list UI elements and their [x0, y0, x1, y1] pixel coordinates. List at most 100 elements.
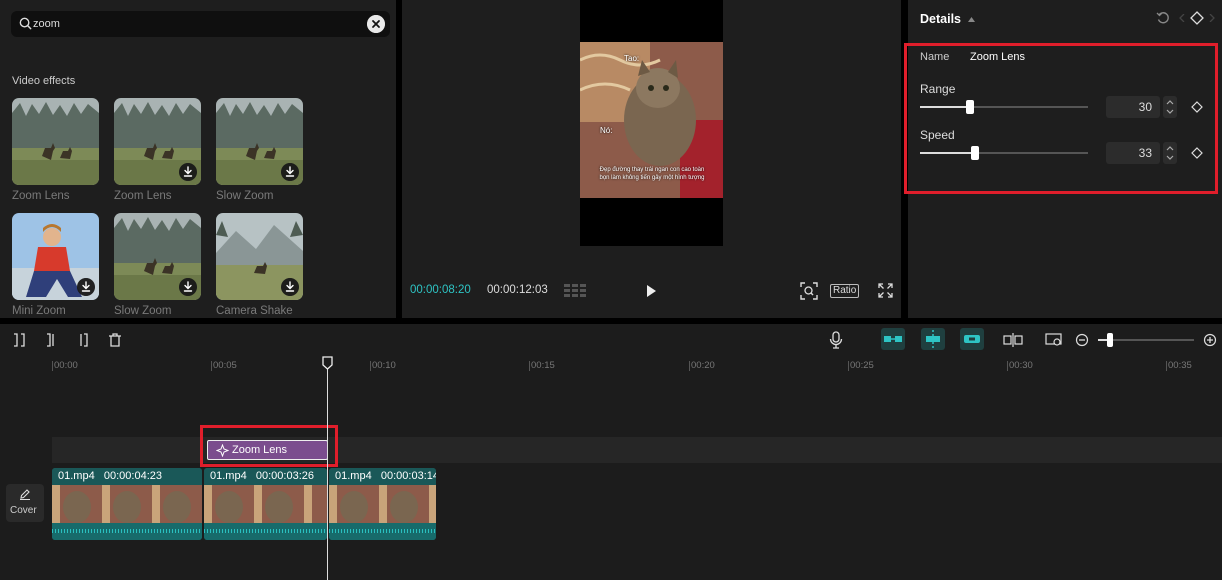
effect-thumbnail[interactable] — [114, 98, 201, 185]
zoom-slider[interactable] — [1098, 333, 1194, 347]
clear-search-icon[interactable] — [367, 15, 385, 33]
video-caption-top: Tao: — [624, 54, 640, 63]
clip-duration: 00:00:04:23 — [103, 470, 162, 482]
clip-filmstrip — [329, 485, 436, 523]
preview-panel: Tao: Nó: Đẹp đường thay trái ngan con ca… — [402, 0, 901, 318]
ruler-tick — [1007, 361, 1008, 371]
chevron-left-icon[interactable] — [1178, 14, 1186, 22]
effect-thumbnail[interactable] — [12, 213, 99, 300]
effect-item[interactable]: Mini Zoom — [12, 213, 99, 317]
effect-item[interactable]: Zoom Lens — [114, 98, 201, 202]
range-slider-thumb[interactable] — [966, 100, 975, 114]
timeline-highlight-box — [200, 425, 338, 467]
effect-item[interactable]: Slow Zoom — [114, 213, 201, 317]
clip-name: 01.mp4 — [210, 470, 247, 482]
cover-button[interactable]: Cover — [6, 484, 44, 522]
effect-item[interactable]: Zoom Lens — [12, 98, 99, 202]
snap-icon — [926, 330, 940, 348]
link-clips-icon — [884, 336, 902, 342]
range-keyframe-icon[interactable] — [1191, 101, 1203, 113]
details-panel: Details Name Zoom Lens Range 30 Speed 33 — [904, 0, 1222, 318]
search-box[interactable] — [11, 11, 390, 37]
time-ruler[interactable]: 00:00 00:05 00:10 00:15 00:20 00:25 00:3… — [0, 356, 1222, 374]
keyframe-icon[interactable] — [1190, 11, 1204, 25]
grid-icon[interactable] — [564, 283, 586, 299]
current-time: 00:00:08:20 — [410, 284, 471, 296]
effect-item[interactable]: Slow Zoom — [216, 98, 303, 202]
name-label: Name — [920, 51, 950, 63]
video-preview[interactable]: Tao: Nó: Đẹp đường thay trái ngan con ca… — [579, 0, 723, 246]
ruler-tick-label: 00:00 — [54, 360, 78, 371]
clip-filmstrip — [204, 485, 327, 523]
fit-view-icon[interactable] — [800, 282, 818, 300]
linkage-toggle[interactable] — [960, 328, 984, 350]
effect-label: Zoom Lens — [12, 190, 70, 202]
chain-icon — [964, 335, 980, 343]
preview-axis-icon[interactable] — [1045, 333, 1063, 347]
fullscreen-icon[interactable] — [878, 283, 893, 298]
playhead-handle-icon[interactable] — [322, 356, 333, 370]
effect-thumbnail[interactable] — [216, 213, 303, 300]
video-clip[interactable]: 01.mp4 00:00:03:14 — [329, 468, 436, 540]
download-icon[interactable] — [77, 278, 95, 296]
speed-stepper-icon[interactable] — [1163, 142, 1177, 164]
play-icon[interactable] — [644, 284, 658, 298]
snap-toggle[interactable] — [921, 328, 945, 350]
clip-header: 01.mp4 00:00:03:26 — [204, 468, 327, 485]
speed-keyframe-icon[interactable] — [1191, 147, 1203, 159]
microphone-icon[interactable] — [829, 331, 843, 349]
clip-filmstrip — [52, 485, 202, 523]
reset-icon[interactable] — [1156, 11, 1170, 25]
download-icon[interactable] — [179, 278, 197, 296]
deer-forest-thumbnail — [12, 98, 99, 185]
clip-name: 01.mp4 — [335, 470, 372, 482]
zoom-in-icon[interactable] — [1203, 333, 1217, 347]
speed-slider-thumb[interactable] — [971, 146, 980, 160]
ruler-tick — [529, 361, 530, 371]
zoom-slider-thumb[interactable] — [1107, 333, 1113, 347]
clip-duration: 00:00:03:14 — [380, 470, 436, 482]
range-slider[interactable] — [920, 100, 1088, 114]
playhead-line[interactable] — [327, 360, 328, 580]
download-icon[interactable] — [281, 163, 299, 181]
ruler-tick-label: 00:25 — [850, 360, 874, 371]
split-clip-icon[interactable] — [1003, 333, 1023, 347]
ruler-tick — [52, 361, 53, 371]
trim-left-icon[interactable] — [44, 333, 58, 347]
video-clip[interactable]: 01.mp4 00:00:04:23 — [52, 468, 202, 540]
effect-thumbnail[interactable] — [216, 98, 303, 185]
waveform-line — [52, 529, 202, 533]
section-title-video-effects: Video effects — [12, 75, 76, 87]
effect-label: Slow Zoom — [114, 305, 172, 317]
effect-thumbnail[interactable] — [114, 213, 201, 300]
timeline-panel: 00:00 00:05 00:10 00:15 00:20 00:25 00:3… — [0, 324, 1222, 580]
pencil-icon — [20, 489, 30, 500]
ruler-tick-label: 00:05 — [213, 360, 237, 371]
total-time: 00:00:12:03 — [487, 284, 548, 296]
chevron-right-icon[interactable] — [1208, 14, 1216, 22]
video-caption-mid: Nó: — [600, 126, 613, 135]
effects-panel: Video effects Zoom Lens — [0, 0, 396, 318]
effect-item[interactable]: Camera Shake — [216, 213, 303, 317]
ruler-tick — [1166, 361, 1167, 371]
ruler-tick — [370, 361, 371, 371]
clip-duration: 00:00:03:26 — [255, 470, 314, 482]
delete-icon[interactable] — [108, 333, 122, 347]
cover-label: Cover — [10, 505, 37, 516]
download-icon[interactable] — [281, 278, 299, 296]
speed-slider[interactable] — [920, 146, 1088, 160]
trim-right-icon[interactable] — [76, 333, 90, 347]
details-title: Details — [920, 12, 961, 26]
zoom-out-icon[interactable] — [1075, 333, 1089, 347]
speed-value-input[interactable]: 33 — [1106, 142, 1160, 164]
split-icon[interactable] — [12, 333, 26, 347]
range-value-input[interactable]: 30 — [1106, 96, 1160, 118]
caret-up-icon[interactable] — [968, 17, 975, 22]
ratio-button[interactable]: Ratio — [830, 284, 860, 298]
magnet-toggle[interactable] — [881, 328, 905, 350]
download-icon[interactable] — [179, 163, 197, 181]
video-clip[interactable]: 01.mp4 00:00:03:26 — [204, 468, 327, 540]
search-input[interactable] — [33, 14, 353, 34]
effect-thumbnail[interactable] — [12, 98, 99, 185]
range-stepper-icon[interactable] — [1163, 96, 1177, 118]
